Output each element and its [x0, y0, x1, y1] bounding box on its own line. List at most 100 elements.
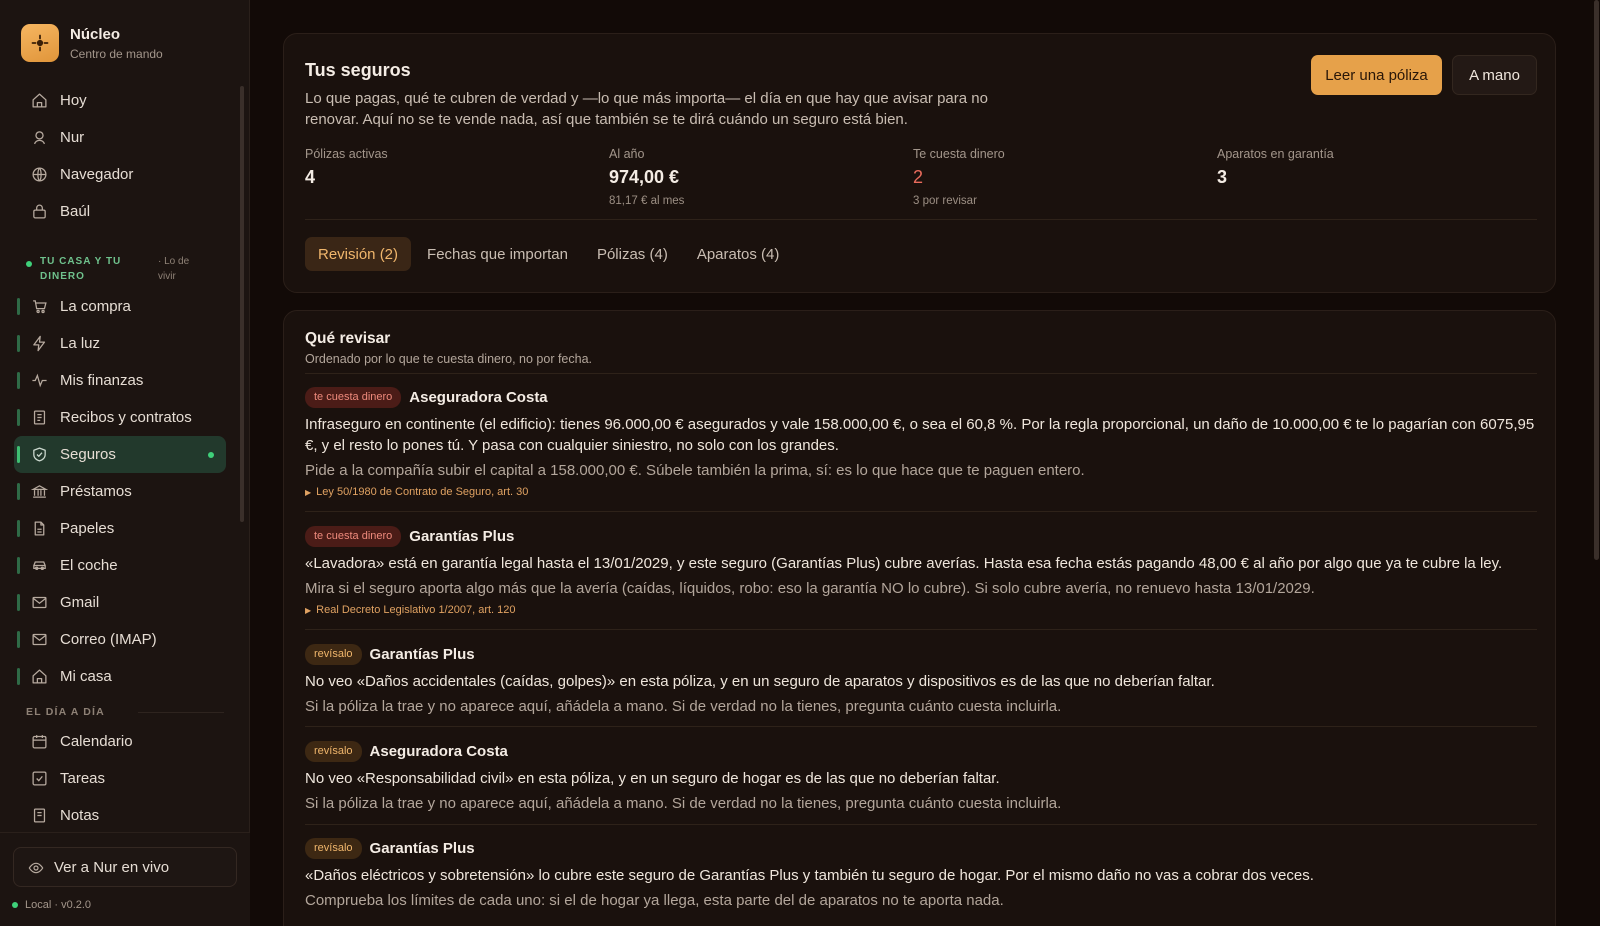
issue-advice: Si la póliza la trae y no aparece aquí, …	[305, 698, 1062, 715]
issue-text: No veo «Daños accidentales (caídas, golp…	[305, 673, 1215, 690]
section-divider	[138, 712, 224, 713]
divider	[305, 373, 1537, 374]
law-reference-toggle[interactable]: ▶ Ley 50/1980 de Contrato de Seguro, art…	[305, 486, 1537, 498]
sidebar-item-mis-finanzas[interactable]: Mis finanzas	[14, 362, 226, 399]
status-dot	[26, 261, 32, 267]
sidebar-item-notas[interactable]: Notas	[14, 797, 226, 834]
sidebar-item-seguros[interactable]: Seguros	[14, 436, 226, 473]
bolt-icon	[33, 335, 46, 352]
sidebar-item-label: Papeles	[60, 520, 115, 537]
sidebar-item-label: Seguros	[60, 446, 116, 463]
status-badge: revísalo	[305, 643, 362, 665]
status-badge: revísalo	[305, 740, 362, 762]
insurer-name: Aseguradora Costa	[369, 742, 508, 760]
sidebar-item-baul[interactable]: Baúl	[14, 193, 226, 230]
tab-fechas[interactable]: Fechas que importan	[414, 237, 581, 271]
status-badge: revísalo	[305, 837, 362, 859]
sidebar-item-gmail[interactable]: Gmail	[14, 584, 226, 621]
stat-label: Pólizas activas	[305, 147, 388, 161]
sidebar-scrollbar[interactable]	[240, 86, 244, 522]
divider	[305, 219, 1537, 220]
nucleo-logo-icon	[21, 24, 59, 62]
manual-entry-button[interactable]: A mano	[1452, 55, 1537, 95]
stat-yearly-cost: Al año 974,00 € 81,17 € al mes	[609, 147, 909, 207]
activity-icon	[32, 373, 47, 388]
watch-nur-live-label: Ver a Nur en vivo	[54, 858, 170, 876]
insurer-name: Garantías Plus	[369, 839, 475, 857]
version-label: Local · v0.2.0	[25, 899, 92, 911]
lock-icon	[33, 204, 46, 219]
sidebar-item-navegador[interactable]: Navegador	[14, 156, 226, 193]
stat-value: 974,00 €	[609, 167, 680, 187]
status-badge: te cuesta dinero	[305, 525, 402, 547]
sidebar-item-label: El coche	[60, 557, 118, 574]
divider	[305, 629, 1537, 630]
sidebar-item-label: Correo (IMAP)	[60, 631, 157, 648]
sidebar-item-el-coche[interactable]: El coche	[14, 547, 226, 584]
sidebar-item-la-luz[interactable]: La luz	[14, 325, 226, 362]
main-scrollbar[interactable]	[1594, 0, 1599, 560]
sidebar-item-recibos[interactable]: Recibos y contratos	[14, 399, 226, 436]
sidebar-item-papeles[interactable]: Papeles	[14, 510, 226, 547]
sidebar-item-hoy[interactable]: Hoy	[14, 82, 226, 119]
sidebar-item-label: Nur	[60, 129, 85, 146]
law-reference: Ley 50/1980 de Contrato de Seguro, art. …	[316, 486, 529, 498]
mail-icon	[32, 633, 47, 646]
tab-aparatos[interactable]: Aparatos (4)	[684, 237, 793, 271]
globe-icon	[32, 167, 47, 182]
sidebar-item-label: La luz	[60, 335, 101, 352]
review-item: revísalo Garantías Plus «Daños eléctrico…	[305, 837, 1537, 911]
insurer-name: Aseguradora Costa	[409, 388, 548, 406]
user-icon	[33, 131, 46, 145]
tab-polizas[interactable]: Pólizas (4)	[584, 237, 681, 271]
caret-right-icon: ▶	[305, 605, 312, 615]
file-icon	[34, 521, 45, 536]
sidebar-item-label: Hoy	[60, 92, 87, 109]
stat-label: Al año	[609, 147, 645, 161]
brand-title: Núcleo	[70, 25, 121, 43]
sidebar-item-label: Préstamos	[60, 483, 132, 500]
law-reference-toggle[interactable]: ▶ Real Decreto Legislativo 1/2007, art. …	[305, 604, 1537, 616]
watch-nur-live-button[interactable]: Ver a Nur en vivo	[13, 847, 237, 887]
note-icon	[33, 808, 46, 823]
read-policy-button[interactable]: Leer una póliza	[1311, 55, 1442, 95]
review-title: Qué revisar	[305, 330, 391, 347]
checkbox-icon	[32, 771, 47, 786]
sidebar-item-correo-imap[interactable]: Correo (IMAP)	[14, 621, 226, 658]
sidebar-item-nur[interactable]: Nur	[14, 119, 226, 156]
tab-revision[interactable]: Revisión (2)	[305, 237, 412, 271]
stat-value: 3	[1217, 167, 1228, 187]
sidebar-item-label: Navegador	[60, 166, 134, 183]
sidebar-item-tareas[interactable]: Tareas	[14, 760, 226, 797]
sidebar-item-label: Notas	[60, 807, 100, 824]
section-header-casa-dinero[interactable]: TU CASA Y TU DINERO · Lo de vivir	[26, 254, 226, 284]
sidebar-item-label: Tareas	[60, 770, 106, 787]
review-item: revísalo Garantías Plus No veo «Daños ac…	[305, 643, 1537, 717]
issue-advice: Pide a la compañía subir el capital a 15…	[305, 462, 1085, 479]
page-title: Tus seguros	[305, 60, 411, 80]
issue-text: No veo «Responsabilidad civil» en esta p…	[305, 770, 1000, 787]
sidebar-item-label: Gmail	[60, 594, 100, 611]
sidebar: Núcleo Centro de mando Hoy Nur Navegador…	[0, 0, 250, 926]
law-reference: Real Decreto Legislativo 1/2007, art. 12…	[316, 604, 516, 616]
sidebar-item-prestamos[interactable]: Préstamos	[14, 473, 226, 510]
divider	[305, 824, 1537, 825]
stat-value: 4	[305, 167, 316, 187]
brand[interactable]: Núcleo Centro de mando	[21, 24, 163, 62]
issue-advice: Si la póliza la trae y no aparece aquí, …	[305, 795, 1062, 812]
sidebar-item-label: Recibos y contratos	[60, 409, 192, 426]
sidebar-item-mi-casa[interactable]: Mi casa	[14, 658, 226, 695]
home-icon	[32, 93, 47, 108]
review-card: Qué revisar Ordenado por lo que te cuest…	[283, 310, 1556, 926]
sidebar-item-label: La compra	[60, 298, 131, 315]
nav-section-dia-a-dia: Calendario Tareas Notas	[14, 723, 226, 834]
issue-text: Infraseguro en continente (el edificio):…	[305, 416, 1535, 454]
brand-subtitle: Centro de mando	[70, 46, 163, 61]
active-indicator-dot	[208, 452, 214, 458]
section-header-dia-a-dia[interactable]: EL DÍA A DÍA	[26, 706, 224, 720]
car-icon	[33, 561, 46, 571]
sidebar-item-la-compra[interactable]: La compra	[14, 288, 226, 325]
issue-advice: Mira si el seguro aporta algo más que la…	[305, 580, 1315, 597]
sidebar-item-calendario[interactable]: Calendario	[14, 723, 226, 760]
review-item: te cuesta dinero Aseguradora Costa Infra…	[305, 386, 1537, 498]
